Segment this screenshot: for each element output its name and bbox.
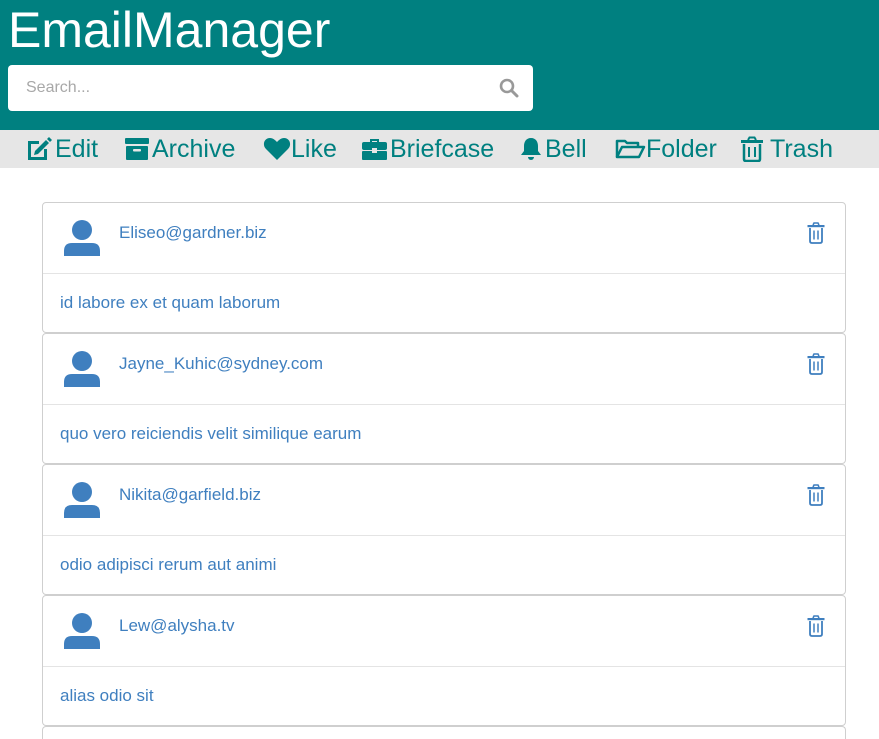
toolbar-archive-button[interactable]: Archive [124, 130, 235, 168]
delete-email-icon[interactable] [807, 484, 825, 506]
email-card-header: Nikita@garfield.biz [43, 465, 845, 536]
email-subject: id labore ex et quam laborum [60, 293, 281, 312]
toolbar-edit-label: Edit [55, 134, 99, 163]
toolbar-trash-label: Trash [770, 134, 833, 163]
search-icon[interactable] [499, 78, 519, 98]
toolbar-trash-button[interactable]: Trash [740, 130, 833, 168]
search-input[interactable] [8, 65, 488, 111]
email-card[interactable]: Jayne_Kuhic@sydney.com quo vero reiciend… [42, 333, 846, 464]
toolbar-bell-label: Bell [545, 134, 587, 163]
briefcase-icon [362, 139, 387, 160]
email-sender: Nikita@garfield.biz [119, 485, 261, 504]
toolbar-folder-button[interactable]: Folder [615, 130, 717, 168]
folder-open-icon [615, 139, 646, 159]
email-card[interactable]: Lew@alysha.tv alias odio sit [42, 595, 846, 726]
user-avatar-icon [64, 351, 100, 387]
email-subject: alias odio sit [60, 686, 154, 705]
edit-icon [28, 137, 52, 160]
toolbar-bell-button[interactable]: Bell [519, 130, 587, 168]
toolbar: Edit Archive Like Briefcase Bell Folder … [0, 130, 879, 168]
toolbar-like-label: Like [291, 134, 337, 163]
email-card-header: Lew@alysha.tv [43, 596, 845, 667]
heart-icon [263, 138, 291, 160]
toolbar-edit-button[interactable]: Edit [25, 130, 98, 168]
email-subject: quo vero reiciendis velit similique earu… [60, 424, 362, 443]
user-avatar-icon [64, 482, 100, 518]
delete-email-icon[interactable] [807, 353, 825, 375]
email-card[interactable]: Nikita@garfield.biz odio adipisci rerum … [42, 464, 846, 595]
toolbar-briefcase-button[interactable]: Briefcase [361, 130, 494, 168]
app-header: EmailManager [0, 0, 879, 130]
toolbar-archive-label: Archive [152, 134, 236, 163]
app-title: EmailManager [8, 2, 331, 58]
delete-email-icon[interactable] [807, 222, 825, 244]
user-avatar-icon [64, 220, 100, 256]
email-sender: Eliseo@gardner.biz [119, 223, 267, 242]
email-subject: odio adipisci rerum aut animi [60, 555, 277, 574]
email-card-partial[interactable] [42, 726, 846, 739]
trash-icon [741, 136, 763, 162]
toolbar-folder-label: Folder [646, 134, 717, 163]
user-avatar-icon [64, 613, 100, 649]
toolbar-briefcase-label: Briefcase [390, 134, 495, 163]
email-card-header: Eliseo@gardner.biz [43, 203, 845, 274]
email-sender: Jayne_Kuhic@sydney.com [119, 354, 324, 373]
email-card[interactable]: Eliseo@gardner.biz id labore ex et quam … [42, 202, 846, 333]
archive-icon [125, 138, 149, 160]
delete-email-icon[interactable] [807, 615, 825, 637]
search-box [8, 65, 533, 111]
toolbar-like-button[interactable]: Like [263, 130, 337, 168]
email-sender: Lew@alysha.tv [119, 616, 235, 635]
bell-icon [521, 138, 541, 160]
email-card-header: Jayne_Kuhic@sydney.com [43, 334, 845, 405]
